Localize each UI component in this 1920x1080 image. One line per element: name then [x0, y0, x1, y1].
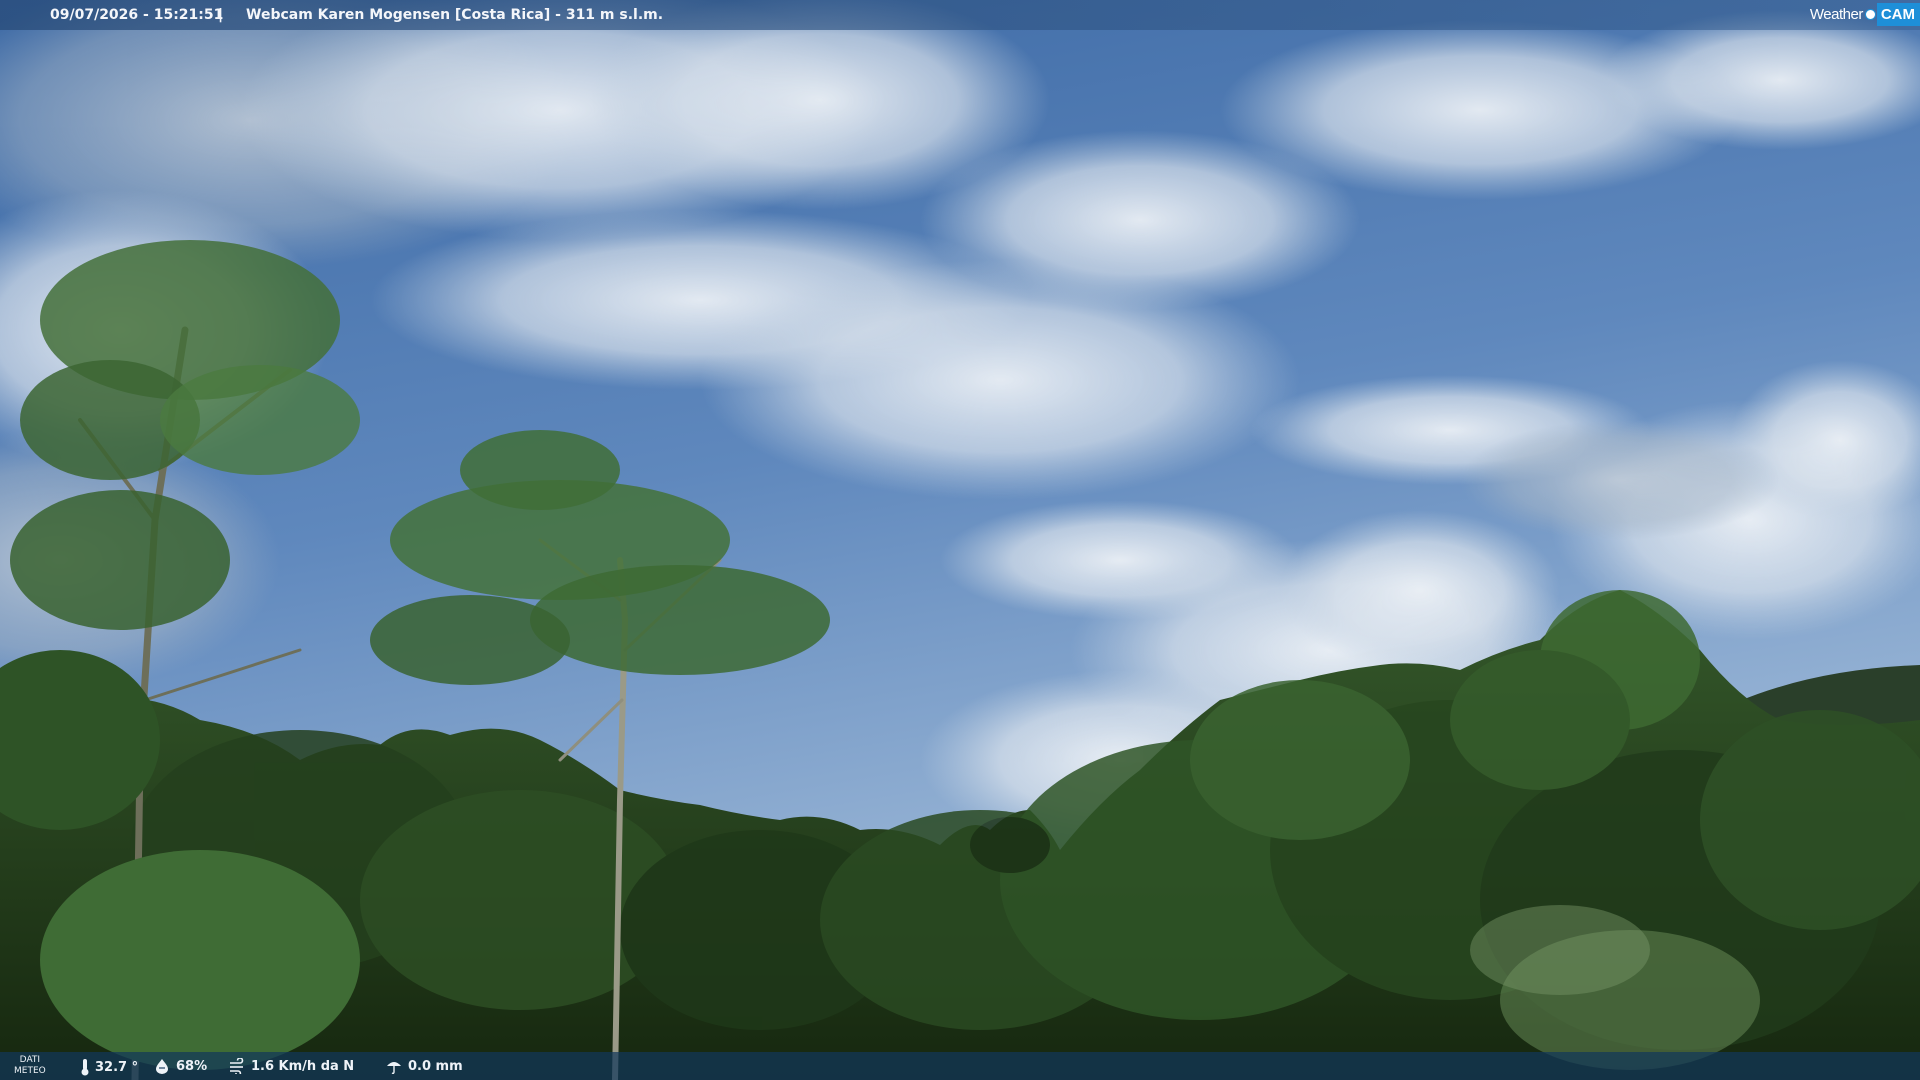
humidity-drop-icon — [156, 1059, 168, 1074]
humidity-value: 68% — [176, 1058, 208, 1074]
weather-data-label-line2: METEO — [14, 1066, 46, 1076]
rain-reading: 0.0 mm — [385, 1058, 463, 1074]
separator: | — [218, 7, 224, 23]
wind-value: 1.6 Km/h da N — [251, 1058, 355, 1074]
webcam-caption: Webcam Karen Mogensen [Costa Rica] - 311… — [246, 7, 664, 23]
weather-data-label: DATI METEO — [14, 1055, 46, 1077]
webcam-frame: 09/07/2026 - 15:21:51 | Webcam Karen Mog… — [0, 0, 1920, 1080]
logo-cam-text: CAM — [1876, 3, 1920, 26]
weather-data-label-line1: DATI — [19, 1055, 41, 1065]
webcam-top-bar: 09/07/2026 - 15:21:51 | Webcam Karen Mog… — [0, 0, 1920, 30]
datetime-stamp: 09/07/2026 - 15:21:51 — [50, 7, 224, 23]
weather-data-bar: DATI METEO 32.7 ° 68% 1.6 Km/h da N 0.0 … — [0, 1052, 1920, 1080]
wind-icon — [230, 1058, 244, 1074]
rain-icon — [387, 1062, 401, 1074]
logo-dot-icon — [1864, 9, 1876, 20]
temperature-value: 32.7 ° — [95, 1059, 139, 1075]
weathercam-logo[interactable]: Weather CAM — [1810, 2, 1920, 27]
humidity-reading: 68% — [153, 1058, 207, 1074]
wind-reading: 1.6 Km/h da N — [228, 1058, 354, 1074]
thermometer-icon — [81, 1059, 89, 1076]
rain-value: 0.0 mm — [408, 1058, 463, 1074]
logo-weather-text: Weather — [1809, 6, 1863, 23]
temperature-reading: 32.7 ° — [80, 1058, 138, 1076]
webcam-image — [0, 0, 1920, 1080]
